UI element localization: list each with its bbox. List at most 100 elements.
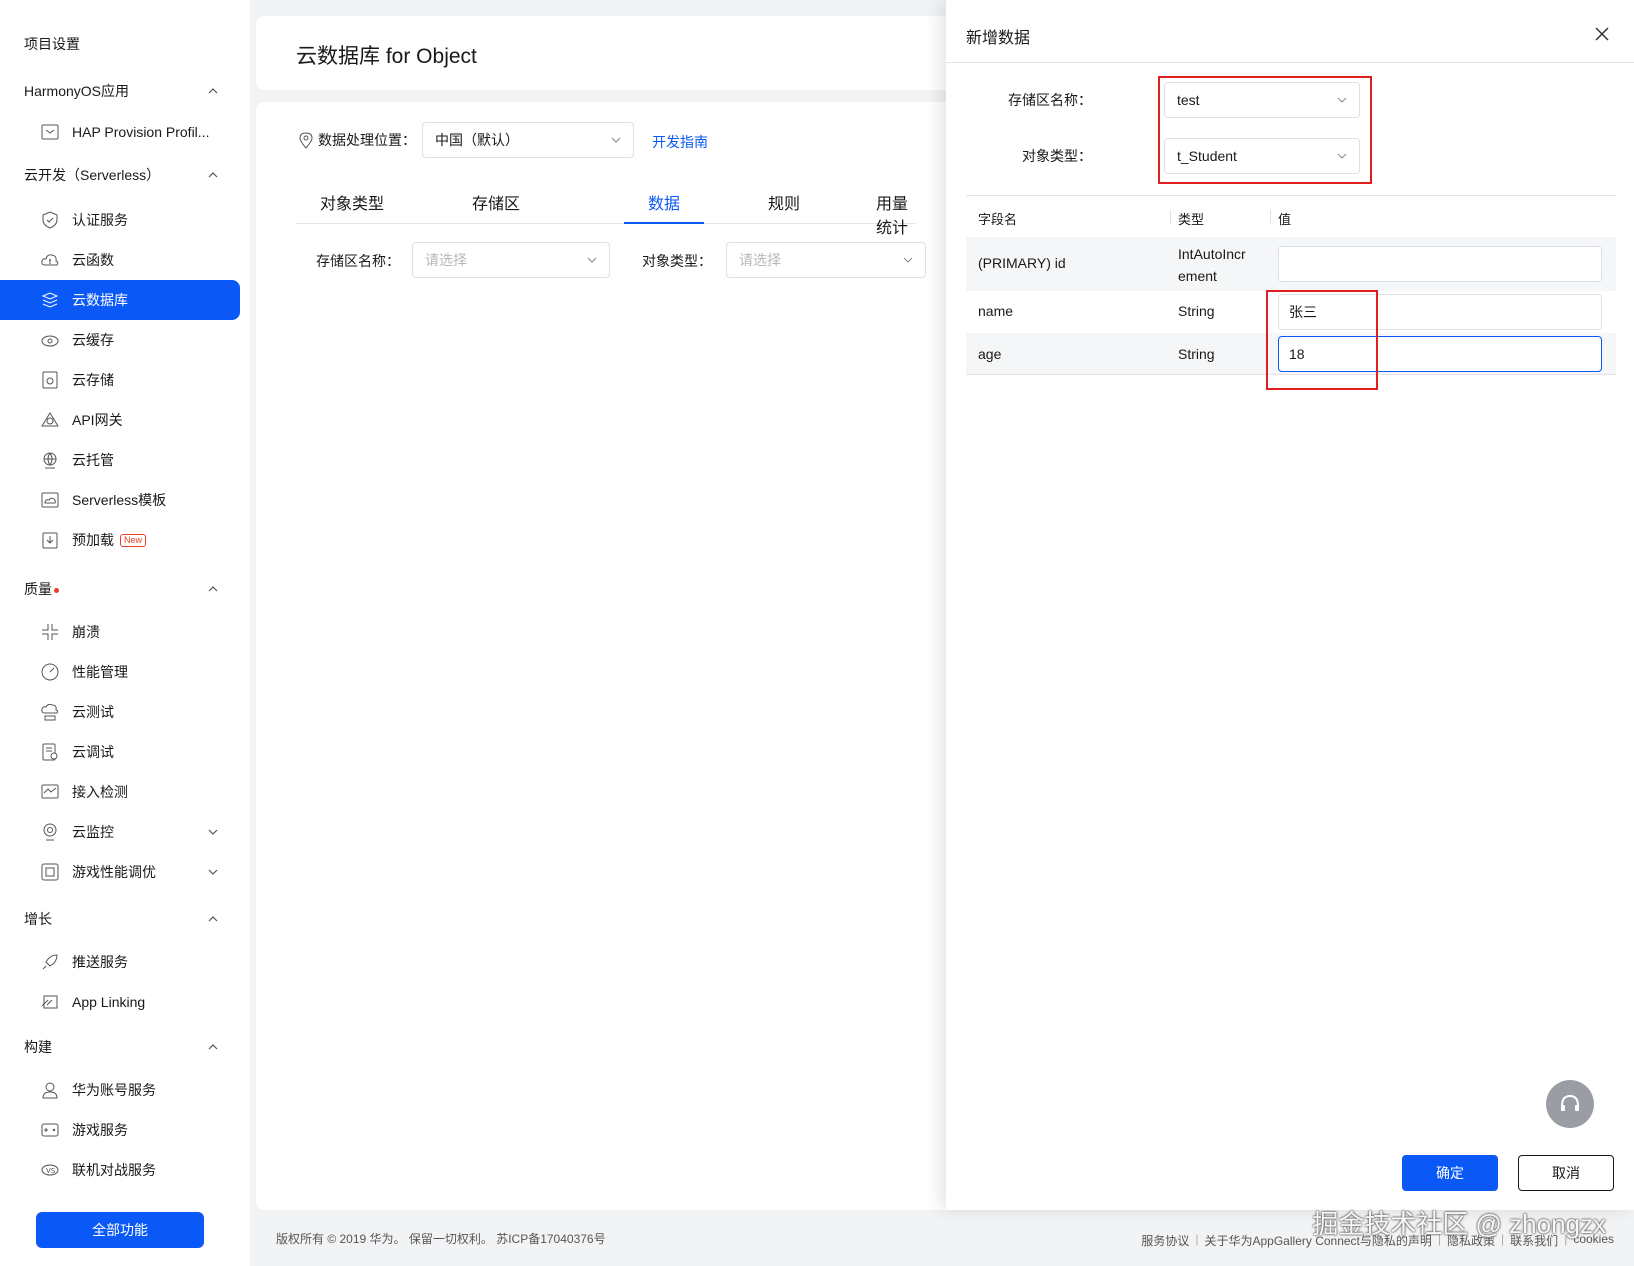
sidebar-item-label: 云数据库: [72, 292, 128, 308]
location-select[interactable]: 中国（默认）: [422, 122, 634, 158]
sidebar-item-app-linking[interactable]: App Linking: [0, 982, 240, 1022]
group-build[interactable]: 构建: [0, 1032, 240, 1062]
sidebar-item-label: 性能管理: [72, 664, 128, 680]
sidebar-item-label: 云托管: [72, 452, 114, 468]
chevron-up-icon: [208, 88, 218, 94]
field-type-line: IntAutoIncr: [1178, 246, 1246, 262]
page-header: 云数据库 for Object: [256, 16, 956, 90]
sidebar-item-label: HAP Provision Profil...: [72, 124, 210, 140]
divider: [946, 62, 1634, 63]
value-input-id[interactable]: [1278, 246, 1602, 282]
group-harmonyos[interactable]: HarmonyOS应用: [0, 76, 240, 106]
sidebar-item-auth[interactable]: 认证服务: [0, 200, 240, 240]
chevron-up-icon: [208, 916, 218, 922]
sidebar-item-functions[interactable]: 云函数: [0, 240, 240, 280]
sidebar-item-multiplayer[interactable]: VS 联机对战服务: [0, 1150, 240, 1190]
sidebar-item-label: 接入检测: [72, 784, 128, 800]
all-functions-button[interactable]: 全部功能: [36, 1212, 204, 1248]
header-field-name: 字段名: [978, 212, 1018, 227]
sidebar-item-cloud-debug[interactable]: 云调试: [0, 732, 240, 772]
cloud-debug-icon: [42, 743, 58, 761]
cancel-button[interactable]: 取消: [1518, 1155, 1614, 1191]
dev-guide-link[interactable]: 开发指南: [652, 132, 708, 152]
preload-icon: [42, 532, 58, 549]
sidebar-item-cache[interactable]: 云缓存: [0, 320, 240, 360]
sidebar-item-label: 推送服务: [72, 954, 128, 970]
field-name: (PRIMARY) id: [978, 255, 1066, 271]
sidebar-item-clouddb[interactable]: 云数据库: [0, 280, 240, 320]
tab-rules[interactable]: 规则: [768, 190, 800, 214]
group-growth[interactable]: 增长: [0, 904, 240, 934]
sidebar-item-access-check[interactable]: 接入检测: [0, 772, 240, 812]
new-badge: New: [120, 533, 147, 547]
watermark: 掘金技术社区 @ zhongzx: [1312, 1209, 1606, 1239]
table-header: 字段名 类型 值: [966, 195, 1616, 237]
highlight-box: [1266, 290, 1378, 390]
game-perf-icon: [41, 863, 59, 881]
tab-object-types[interactable]: 对象类型: [320, 190, 384, 214]
type-filter-placeholder: 请选择: [739, 252, 781, 268]
sidebar-item-hap[interactable]: HAP Provision Profil...: [0, 112, 240, 152]
sidebar-item-account[interactable]: 华为账号服务: [0, 1070, 240, 1110]
close-icon[interactable]: [1594, 26, 1610, 42]
highlight-box: [1158, 76, 1372, 184]
sidebar-item-label: App Linking: [72, 994, 146, 1010]
field-type: String: [1178, 303, 1215, 319]
cloud-test-icon: [41, 703, 59, 721]
footer-separator: |: [1195, 1232, 1199, 1246]
sidebar-item-game-service[interactable]: 游戏服务: [0, 1110, 240, 1150]
template-icon: [41, 492, 59, 508]
sidebar-item-performance[interactable]: 性能管理: [0, 652, 240, 692]
sidebar-item-push[interactable]: 推送服务: [0, 942, 240, 982]
footer-link[interactable]: 服务协议: [1141, 1232, 1189, 1249]
sidebar-item-crash[interactable]: 崩溃: [0, 612, 240, 652]
header-type: 类型: [1178, 212, 1205, 227]
type-filter-select[interactable]: 请选择: [726, 242, 926, 278]
sidebar-item-cloud-monitor[interactable]: 云监控: [0, 812, 240, 852]
sidebar-item-hosting[interactable]: 云托管: [0, 440, 240, 480]
sidebar-item-api-gateway[interactable]: API网关: [0, 400, 240, 440]
chevron-up-icon: [208, 1044, 218, 1050]
sidebar-item-label: 华为账号服务: [72, 1082, 156, 1098]
tab-storage-zones[interactable]: 存储区: [472, 190, 520, 214]
sidebar-item-label: 认证服务: [72, 212, 128, 228]
sidebar-item-label: 游戏服务: [72, 1122, 128, 1138]
page-title: 云数据库 for Object: [296, 45, 477, 68]
cloud-cache-icon: [41, 335, 59, 347]
gamepad-icon: [41, 1123, 59, 1137]
zone-filter-label: 存储区名称：: [316, 253, 400, 269]
support-button[interactable]: [1546, 1080, 1594, 1128]
tab-data[interactable]: 数据: [648, 190, 680, 214]
sidebar-item-label: 云测试: [72, 704, 114, 720]
chevron-down-icon: [903, 257, 913, 263]
sidebar-item-serverless-template[interactable]: Serverless模板: [0, 480, 240, 520]
camera-icon: [43, 823, 57, 841]
chevron-up-icon: [208, 172, 218, 178]
add-data-drawer: 新增数据 存储区名称： test 对象类型： t_Student 字段名 类型 …: [946, 0, 1634, 1210]
user-icon: [42, 1082, 58, 1099]
sidebar-item-game-perf[interactable]: 游戏性能调优: [0, 852, 240, 892]
versus-icon: VS: [41, 1164, 59, 1176]
access-check-icon: [41, 784, 59, 799]
sidebar-item-label: 云监控: [72, 824, 114, 840]
zone-filter-select[interactable]: 请选择: [412, 242, 610, 278]
sidebar-item-label: 云函数: [72, 252, 114, 268]
confirm-button[interactable]: 确定: [1402, 1155, 1498, 1191]
tab-usage-stats[interactable]: 用量统计: [876, 190, 916, 238]
zone-filter-placeholder: 请选择: [425, 252, 467, 268]
drawer-type-label: 对象类型：: [1022, 148, 1092, 164]
group-serverless[interactable]: 云开发（Serverless）: [0, 160, 240, 190]
database-icon: [41, 292, 59, 308]
chevron-down-icon: [587, 257, 597, 263]
tab-bar: 对象类型 存储区 数据 规则 用量统计: [296, 182, 916, 237]
group-label: 构建: [24, 1039, 52, 1055]
link-icon: [41, 995, 58, 1009]
active-tab-indicator: [624, 222, 704, 224]
field-name: age: [978, 346, 1002, 362]
header-separator: [1270, 210, 1271, 224]
sidebar-item-preload[interactable]: 预加载 New: [0, 520, 240, 560]
group-quality[interactable]: 质量: [0, 574, 240, 604]
sidebar-item-storage[interactable]: 云存储: [0, 360, 240, 400]
main-content: 数据处理位置： 中国（默认） 开发指南 对象类型 存储区 数据 规则 用量统计 …: [256, 102, 956, 1210]
sidebar-item-cloud-test[interactable]: 云测试: [0, 692, 240, 732]
